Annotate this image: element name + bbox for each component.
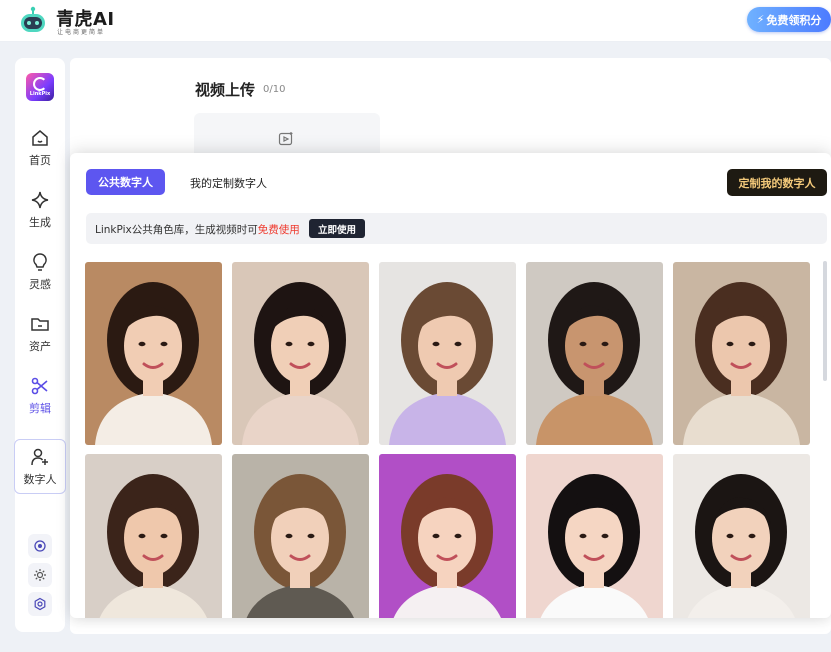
avatar-card[interactable] (673, 454, 810, 618)
tab-my-custom-digital-human[interactable]: 我的定制数字人 (190, 175, 267, 191)
brand-tagline: 让电商更简单 (57, 29, 106, 36)
avatar-portrait (526, 262, 663, 445)
user-plus-icon (31, 448, 48, 465)
scrollbar[interactable] (823, 261, 827, 381)
video-upload-count: 0/10 (263, 84, 286, 95)
avatar-card[interactable] (85, 262, 222, 445)
linkpix-ring-icon (33, 77, 47, 91)
avatar-portrait (526, 454, 663, 618)
free-credits-label: 免费领积分 (766, 13, 822, 27)
home-icon (32, 130, 48, 146)
sidebar-item-digital-human[interactable]: 数字人 (14, 439, 66, 494)
settings-button[interactable] (28, 592, 52, 616)
video-upload-dropzone[interactable] (194, 113, 380, 158)
notice-text-main: LinkPix公共角色库，生成视频时可 (95, 224, 258, 236)
avatar-portrait (379, 262, 516, 445)
target-button[interactable] (28, 534, 52, 558)
sidebar-item-label: 数字人 (23, 472, 57, 486)
theme-button[interactable] (28, 563, 52, 587)
avatar-card[interactable] (232, 454, 369, 618)
use-now-button[interactable]: 立即使用 (309, 219, 365, 238)
top-header: 青虎AI 让电商更简单 ⚡ 免费领积分 (0, 0, 831, 42)
lightbulb-icon (33, 253, 47, 271)
avatar-card[interactable] (379, 454, 516, 618)
avatar-grid (85, 262, 811, 618)
sparkle-icon (31, 191, 49, 209)
sun-icon (34, 569, 46, 581)
sidebar-item-label: 生成 (29, 216, 51, 229)
target-icon (34, 540, 46, 552)
avatar-portrait (232, 454, 369, 618)
sidebar-item-edit[interactable]: 剪辑 (15, 370, 65, 422)
avatar-portrait (85, 262, 222, 445)
avatar-portrait (232, 262, 369, 445)
avatar-card[interactable] (673, 262, 810, 445)
avatar-card[interactable] (526, 454, 663, 618)
sidebar-item-home[interactable]: 首页 (15, 122, 65, 174)
sidebar-item-label: 资产 (29, 340, 51, 353)
video-upload-title: 视频上传 (195, 81, 256, 99)
avatar-card[interactable] (232, 262, 369, 445)
video-add-icon (278, 132, 293, 146)
avatar-portrait (673, 262, 810, 445)
avatar-portrait (379, 454, 516, 618)
avatar-portrait (85, 454, 222, 618)
tab-public-digital-human[interactable]: 公共数字人 (86, 169, 165, 195)
sidebar-item-generate[interactable]: 生成 (15, 184, 65, 236)
avatar-card[interactable] (379, 262, 516, 445)
lightning-icon: ⚡ (756, 13, 765, 26)
notice-free-highlight: 免费使用 (257, 224, 300, 236)
notice-banner: LinkPix公共角色库，生成视频时可免费使用 立即使用 (86, 213, 827, 244)
linkpix-logo[interactable]: LinkPix (26, 73, 54, 101)
sidebar-item-label: 灵感 (29, 278, 51, 291)
sidebar-item-assets[interactable]: 资产 (15, 308, 65, 360)
sidebar: LinkPix 首页 生成 灵感 资产 剪辑 数字人 (14, 58, 66, 632)
free-credits-button[interactable]: ⚡ 免费领积分 (747, 7, 831, 32)
sidebar-item-label: 首页 (29, 154, 51, 167)
robot-logo-icon (21, 6, 45, 32)
digital-human-panel: 公共数字人 我的定制数字人 定制我的数字人 LinkPix公共角色库，生成视频时… (70, 153, 831, 618)
folder-icon (31, 318, 49, 331)
scissors-icon (31, 377, 48, 395)
sidebar-item-inspiration[interactable]: 灵感 (15, 246, 65, 298)
notice-text: LinkPix公共角色库，生成视频时可免费使用 (95, 222, 300, 237)
avatar-portrait (673, 454, 810, 618)
customize-digital-human-button[interactable]: 定制我的数字人 (727, 169, 827, 196)
linkpix-logo-text: LinkPix (29, 91, 51, 97)
avatar-card[interactable] (85, 454, 222, 618)
avatar-card[interactable] (526, 262, 663, 445)
settings-icon (34, 597, 46, 611)
sidebar-item-label: 剪辑 (29, 402, 51, 415)
